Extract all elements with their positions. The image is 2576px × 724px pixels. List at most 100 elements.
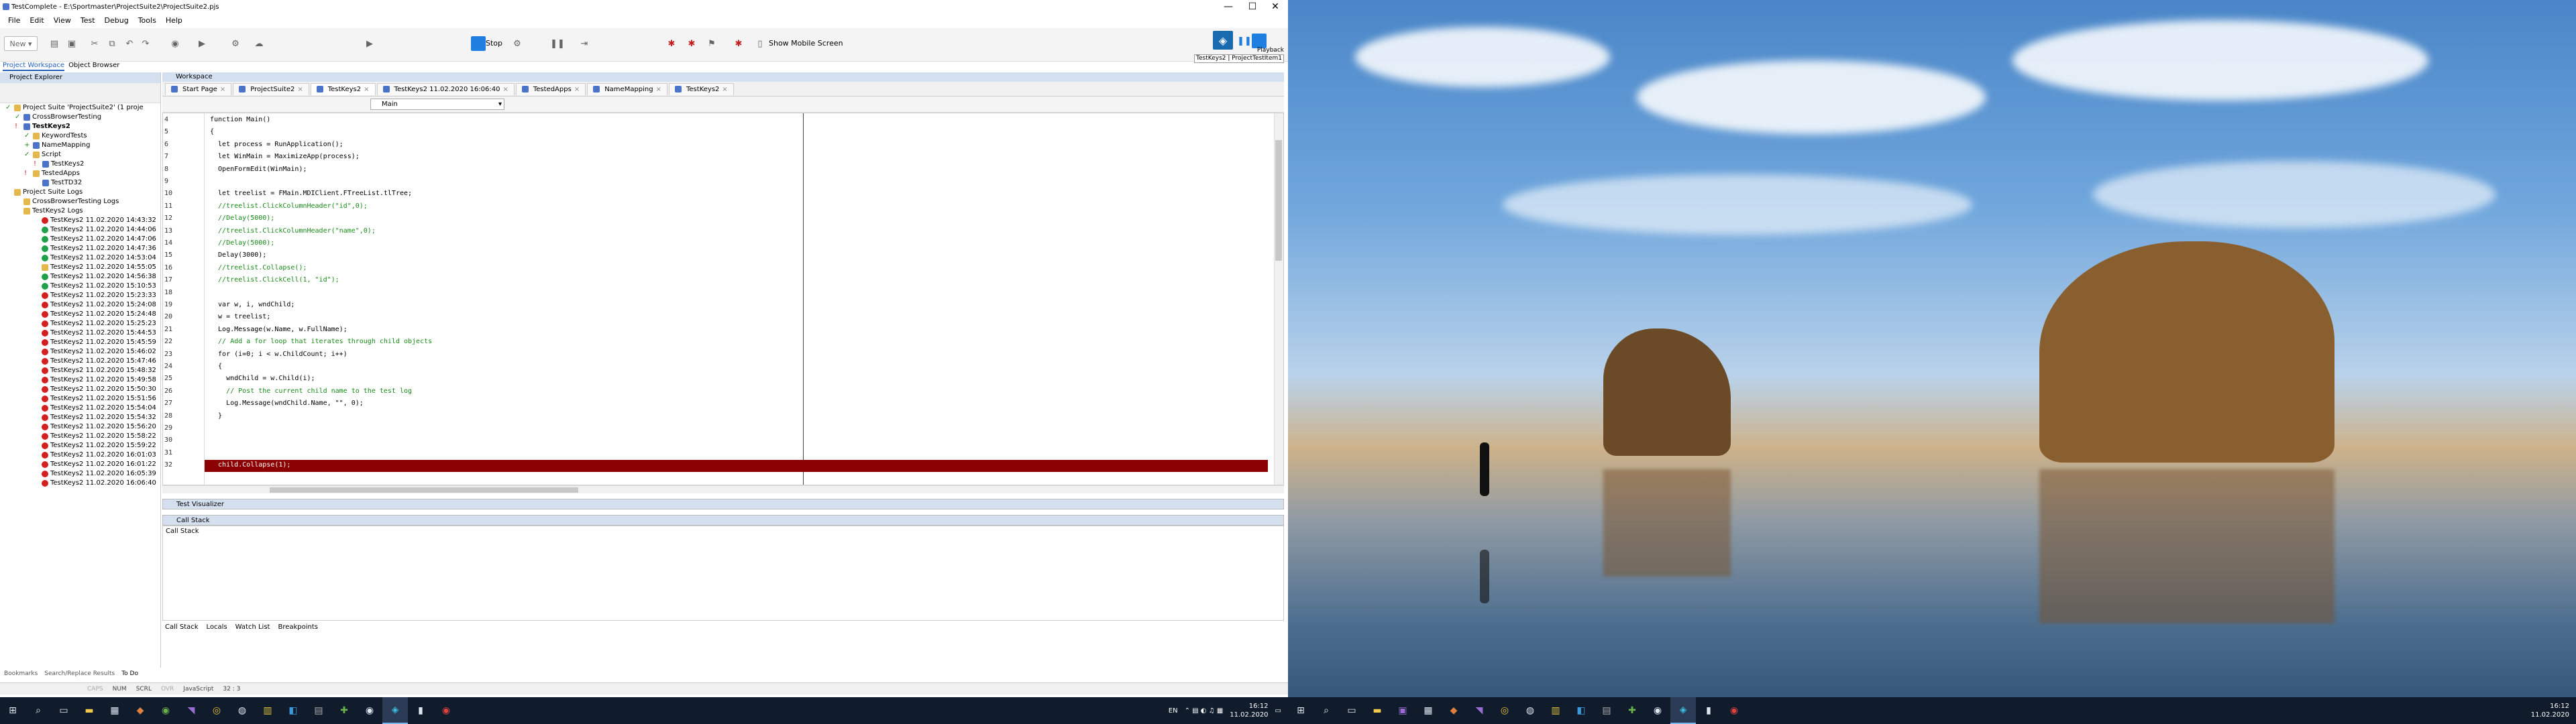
- doc-tab[interactable]: ProjectSuite2 ×: [233, 82, 309, 95]
- log-item[interactable]: TestKeys2 11.02.2020 15:23:33: [0, 291, 160, 300]
- recorder-icon[interactable]: ◉: [433, 697, 459, 724]
- terminal-icon[interactable]: ▮: [408, 697, 433, 724]
- log-item[interactable]: TestKeys2 11.02.2020 14:55:05: [0, 263, 160, 272]
- language-indicator[interactable]: EN: [1169, 707, 1178, 715]
- notes-icon[interactable]: ▥: [1543, 697, 1568, 724]
- app-icon-3[interactable]: ▤: [1594, 697, 1619, 724]
- close-button[interactable]: ✕: [1264, 0, 1287, 13]
- vscode-icon[interactable]: ◧: [280, 697, 306, 724]
- tool-app-icon[interactable]: ◆: [1441, 697, 1466, 724]
- show-mobile-label[interactable]: Show Mobile Screen: [769, 39, 843, 48]
- vscode-icon[interactable]: ◧: [1568, 697, 1594, 724]
- log-item[interactable]: TestKeys2 11.02.2020 16:01:03: [0, 450, 160, 460]
- menu-test[interactable]: Test: [80, 16, 95, 25]
- doc-tab[interactable]: TestKeys2 ×: [669, 82, 734, 95]
- start-icon[interactable]: ⊞: [1288, 697, 1313, 724]
- minimize-button[interactable]: —: [1217, 0, 1240, 13]
- log-item[interactable]: TestKeys2 11.02.2020 15:25:23: [0, 319, 160, 328]
- git-icon[interactable]: ◉: [153, 697, 178, 724]
- app-icon-4[interactable]: ◉: [1645, 697, 1670, 724]
- recorder-icon[interactable]: ◉: [1721, 697, 1747, 724]
- bug-icon[interactable]: ✱: [664, 36, 679, 51]
- log-item[interactable]: TestKeys2 11.02.2020 15:50:30: [0, 385, 160, 394]
- log-item[interactable]: TestKeys2 11.02.2020 16:05:39: [0, 469, 160, 479]
- tree-node[interactable]: TestKeys2 Logs: [0, 206, 160, 216]
- tree-node[interactable]: TestTD32: [0, 178, 160, 188]
- tree-node[interactable]: ✓ Project Suite 'ProjectSuite2' (1 proje: [0, 103, 160, 113]
- run-icon[interactable]: ▶: [195, 36, 209, 51]
- tab-call-stack[interactable]: Call Stack: [165, 623, 199, 631]
- notification-icon[interactable]: ▭: [1275, 707, 1281, 715]
- search-icon[interactable]: ⌕: [1313, 697, 1339, 724]
- tool-icon[interactable]: ⚙: [228, 36, 243, 51]
- log-item[interactable]: TestKeys2 11.02.2020 15:44:53: [0, 328, 160, 338]
- step-icon[interactable]: ⇥: [577, 36, 592, 51]
- close-icon[interactable]: ×: [297, 86, 303, 93]
- tab-search-replace[interactable]: Search/Replace Results: [44, 670, 115, 680]
- record-icon[interactable]: ◉: [168, 36, 182, 51]
- redo-icon[interactable]: ↷: [138, 36, 153, 51]
- log-item[interactable]: TestKeys2 11.02.2020 14:47:06: [0, 235, 160, 244]
- tool-icon-2[interactable]: ✚: [1619, 697, 1645, 724]
- undo-icon[interactable]: ↶: [122, 36, 137, 51]
- tab-project-workspace[interactable]: Project Workspace: [3, 62, 65, 71]
- tree-node[interactable]: ! TestKeys2: [0, 160, 160, 169]
- tree-node[interactable]: ✓ Script: [0, 150, 160, 160]
- log-item[interactable]: TestKeys2 11.02.2020 14:43:32: [0, 216, 160, 225]
- inspect-icon[interactable]: ✱: [731, 36, 746, 51]
- tab-breakpoints[interactable]: Breakpoints: [278, 623, 318, 631]
- tab-watch-list[interactable]: Watch List: [235, 623, 270, 631]
- pause-playback-icon[interactable]: ❚❚: [1237, 34, 1252, 48]
- code-editor[interactable]: 4 5 6 7 8 9 10 11 12 13 14 15 16 17 18 19 20 21 22 23 24 25 26…: [162, 113, 1284, 485]
- log-item[interactable]: TestKeys2 11.02.2020 15:51:56: [0, 394, 160, 404]
- log-item[interactable]: TestKeys2 11.02.2020 15:24:08: [0, 300, 160, 310]
- close-icon[interactable]: ×: [656, 86, 661, 93]
- tree-node[interactable]: ✓ CrossBrowserTesting: [0, 113, 160, 122]
- open-icon[interactable]: ▤: [47, 36, 62, 51]
- log-item[interactable]: TestKeys2 11.02.2020 15:47:46: [0, 357, 160, 366]
- calculator-icon[interactable]: ▦: [102, 697, 127, 724]
- menu-file[interactable]: File: [8, 16, 20, 25]
- doc-tab[interactable]: Start Page ×: [165, 82, 232, 95]
- app-icon-3[interactable]: ▤: [306, 697, 331, 724]
- tree-node[interactable]: Project Suite Logs: [0, 188, 160, 197]
- log-item[interactable]: TestKeys2 11.02.2020 14:56:38: [0, 272, 160, 282]
- search-icon[interactable]: ⌕: [25, 697, 51, 724]
- app-icon-2[interactable]: ◍: [229, 697, 255, 724]
- close-icon[interactable]: ×: [220, 86, 225, 93]
- testcomplete-taskbar-icon[interactable]: ◈: [382, 697, 408, 724]
- mobile-icon[interactable]: ▯: [753, 36, 767, 51]
- cut-icon[interactable]: ✂: [87, 36, 102, 51]
- stop-playback-icon[interactable]: [1252, 34, 1267, 48]
- tab-object-browser[interactable]: Object Browser: [68, 62, 119, 71]
- chrome-icon[interactable]: ◎: [204, 697, 229, 724]
- h-scroll-thumb[interactable]: [270, 487, 578, 493]
- log-item[interactable]: TestKeys2 11.02.2020 15:59:22: [0, 441, 160, 450]
- close-icon[interactable]: ×: [364, 86, 369, 93]
- task-view-icon[interactable]: ▭: [1339, 697, 1364, 724]
- doc-tab[interactable]: TestedApps ×: [515, 82, 586, 95]
- run-test-icon[interactable]: ▶: [362, 36, 377, 51]
- save-icon[interactable]: ▣: [64, 36, 79, 51]
- vs-icon[interactable]: ◥: [178, 697, 204, 724]
- tree-node[interactable]: CrossBrowserTesting Logs: [0, 197, 160, 206]
- app-icon-2[interactable]: ◍: [1517, 697, 1543, 724]
- log-item[interactable]: TestKeys2 11.02.2020 15:54:32: [0, 413, 160, 422]
- log-item[interactable]: TestKeys2 11.02.2020 15:24:48: [0, 310, 160, 319]
- tree-node[interactable]: ✓ KeywordTests: [0, 131, 160, 141]
- tab-locals[interactable]: Locals: [207, 623, 227, 631]
- doc-tab[interactable]: TestKeys2 ×: [310, 82, 376, 95]
- spy-icon[interactable]: ✱: [684, 36, 699, 51]
- app-icon-4[interactable]: ◉: [357, 697, 382, 724]
- log-item[interactable]: TestKeys2 11.02.2020 16:01:22: [0, 460, 160, 469]
- log-item[interactable]: TestKeys2 11.02.2020 15:45:59: [0, 338, 160, 347]
- menu-edit[interactable]: Edit: [30, 16, 44, 25]
- tab-todo[interactable]: To Do: [121, 670, 138, 680]
- explorer-icon[interactable]: ▬: [76, 697, 102, 724]
- log-item[interactable]: TestKeys2 11.02.2020 14:47:36: [0, 244, 160, 253]
- chrome-icon[interactable]: ◎: [1492, 697, 1517, 724]
- testcomplete-taskbar-icon[interactable]: ◈: [1670, 697, 1696, 724]
- horizontal-scrollbar[interactable]: [162, 485, 1284, 493]
- new-button[interactable]: New ▾: [4, 36, 38, 51]
- doc-tab[interactable]: NameMapping ×: [587, 82, 667, 95]
